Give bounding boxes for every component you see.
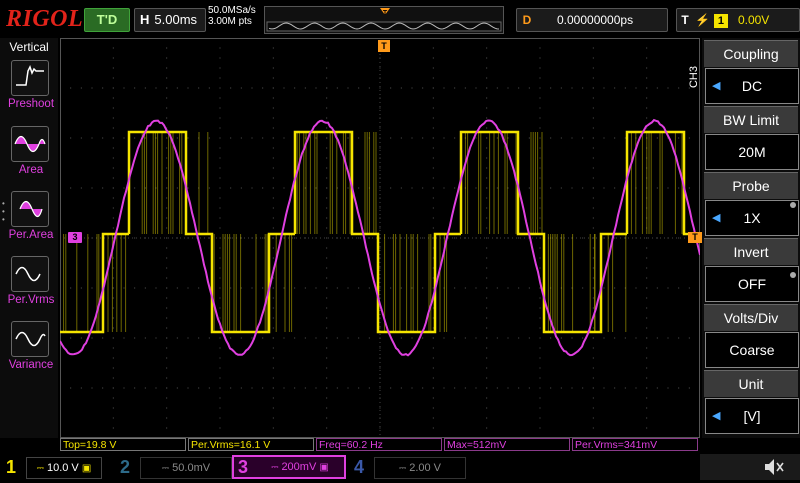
speaker-muted-icon[interactable] [762, 456, 786, 483]
ch4-scale: 2.00 V [409, 462, 441, 474]
menu-invert-title[interactable]: Invert [704, 238, 798, 265]
per-vrms-icon[interactable] [11, 256, 49, 292]
measurement-ch1-top[interactable]: Top=19.8 V [60, 438, 186, 451]
menu-volts-div-title[interactable]: Volts/Div [704, 304, 798, 331]
dc-coupling-icon: ⎓ [162, 463, 169, 473]
menu-invert-value[interactable]: OFF [705, 266, 799, 302]
menu-unit-value[interactable]: ◀ [V] [705, 398, 799, 434]
bw-limit-icon: ▣ [82, 463, 91, 474]
rigol-logo: RIGOL [6, 6, 83, 33]
menu-coupling-title[interactable]: Coupling [704, 40, 798, 67]
trigger-level-marker[interactable]: T [688, 232, 702, 243]
menu-value-text: [V] [743, 408, 760, 424]
menu-value-text: DC [742, 78, 762, 94]
menu-scroll-dot-top [790, 202, 796, 208]
ch2-scale-box[interactable]: ⎓ 50.0mV [140, 457, 232, 479]
trigger-source-badge: 1 [714, 14, 728, 28]
memory-overview-bar[interactable]: T [264, 6, 504, 34]
ch4-number[interactable]: 4 [352, 456, 366, 478]
measurement-ch1-per-vrms[interactable]: Per.Vrms=16.1 V [188, 438, 314, 451]
left-arrow-icon: ◀ [712, 201, 720, 235]
submenu-page-dots: • • • [2, 200, 5, 224]
ch3-scale: 200mV [281, 461, 316, 473]
rising-edge-icon: ⚡ [695, 13, 710, 27]
dc-coupling-icon: ⎓ [271, 462, 278, 472]
menu-value-text: OFF [738, 276, 766, 292]
delay-value: 0.00000000ps [557, 13, 633, 27]
area-label[interactable]: Area [0, 164, 62, 176]
bw-limit-icon: ▣ [319, 462, 328, 473]
per-vrms-label[interactable]: Per.Vrms [0, 294, 62, 306]
sample-rate: 50.0MSa/s [208, 5, 256, 16]
trigger-status-badge: T'D [84, 8, 130, 32]
measurement-ch3-freq[interactable]: Freq=60.2 Hz [316, 438, 442, 451]
ch3-offset-marker[interactable]: 3 [68, 232, 82, 243]
ch2-scale: 50.0mV [172, 462, 210, 474]
dc-coupling-icon: ⎓ [37, 463, 44, 473]
delay-display[interactable]: D 0.00000000ps [516, 8, 668, 32]
ch1-scale-box[interactable]: ⎓ 10.0 V ▣ [26, 457, 102, 479]
dc-coupling-icon: ⎓ [399, 463, 406, 473]
variance-icon[interactable] [11, 321, 49, 357]
measurement-ch3-per-vrms[interactable]: Per.Vrms=341mV [572, 438, 698, 451]
left-arrow-icon: ◀ [712, 399, 720, 433]
area-icon[interactable] [11, 126, 49, 162]
timebase-value: 5.00ms [154, 12, 197, 27]
timebase-label: H [140, 12, 149, 27]
menu-bw-limit-title[interactable]: BW Limit [704, 106, 798, 133]
ch4-scale-box[interactable]: ⎓ 2.00 V [374, 457, 466, 479]
ch2-number[interactable]: 2 [118, 456, 132, 478]
menu-probe-value[interactable]: ◀ 1X [705, 200, 799, 236]
memory-depth: 3.00M pts [208, 16, 256, 27]
menu-unit-title[interactable]: Unit [704, 370, 798, 397]
per-area-label[interactable]: Per.Area [0, 229, 62, 241]
menu-probe-title[interactable]: Probe [704, 172, 798, 199]
menu-coupling-value[interactable]: ◀ DC [705, 68, 799, 104]
ch1-scale: 10.0 V [47, 462, 79, 474]
variance-label[interactable]: Variance [0, 359, 62, 371]
ch1-number[interactable]: 1 [4, 456, 18, 478]
waveform-display[interactable] [60, 38, 700, 438]
menu-volts-div-value[interactable]: Coarse [705, 332, 799, 368]
per-area-icon[interactable] [11, 191, 49, 227]
menu-value-text: 20M [738, 144, 765, 160]
left-arrow-icon: ◀ [712, 69, 720, 103]
ch3-scale-box[interactable]: ⎓ 200mV ▣ [258, 457, 342, 477]
svg-text:T: T [383, 10, 388, 17]
trigger-label: T [677, 9, 693, 31]
preshoot-icon[interactable] [11, 60, 49, 96]
acquisition-info: 50.0MSa/s 3.00M pts [208, 5, 256, 27]
timebase-display[interactable]: H 5.00ms [134, 8, 206, 32]
channel-menu-tag: CH3 [688, 66, 702, 88]
menu-scroll-dot-bottom [790, 272, 796, 278]
menu-value-text: 1X [743, 210, 760, 226]
ch3-number[interactable]: 3 [236, 456, 250, 478]
measurement-ch3-max[interactable]: Max=512mV [444, 438, 570, 451]
trigger-level: 0.00V [738, 13, 769, 27]
delay-label: D [517, 9, 537, 31]
memory-overview-waveform: T [265, 7, 503, 33]
trigger-position-marker[interactable]: T [378, 40, 390, 52]
preshoot-label[interactable]: Preshoot [0, 98, 62, 110]
trigger-display[interactable]: T ⚡ 1 0.00V [676, 8, 800, 32]
menu-bw-limit-value[interactable]: 20M [705, 134, 799, 170]
menu-value-text: Coarse [729, 342, 774, 358]
left-menu-title: Vertical [0, 40, 58, 54]
